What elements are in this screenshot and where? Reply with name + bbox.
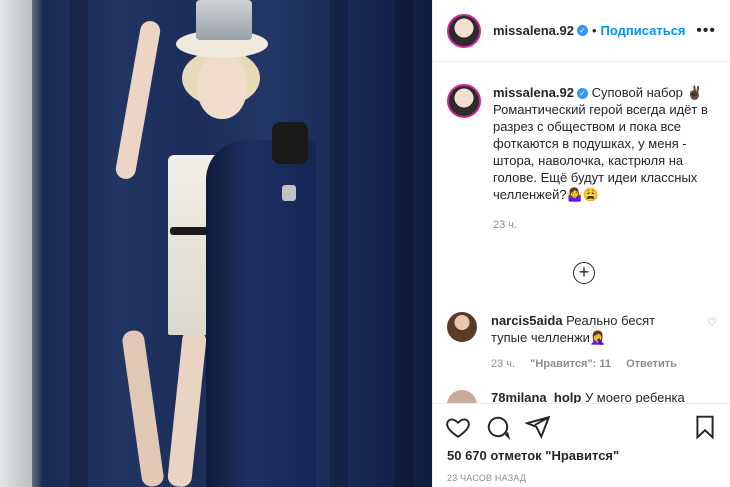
heart-icon[interactable] xyxy=(445,414,471,440)
like-count[interactable]: 50 670 отметок "Нравится" xyxy=(433,440,730,463)
comment-meta: 23 ч. "Нравится": 11 Ответить xyxy=(491,358,689,370)
curtain-fold xyxy=(395,0,413,487)
curtain-fold xyxy=(330,0,348,487)
pot-on-head xyxy=(196,0,252,40)
comment-body: narcis5aida Реально бесят тупые челленжи… xyxy=(491,312,691,346)
watch xyxy=(282,185,296,201)
comment-text: У моего ребенка xyxy=(584,390,685,404)
head xyxy=(197,55,247,119)
comment: 78milana_holp У моего ребенка xyxy=(447,390,717,404)
caption-body: missalena.92 ✓ Суповой набор ✌🏿 Романтиче… xyxy=(493,84,713,203)
leg xyxy=(121,329,165,487)
bookmark-icon[interactable] xyxy=(692,414,718,440)
comment: narcis5aida Реально бесят тупые челленжи… xyxy=(447,312,717,346)
plus-circle-icon[interactable]: + xyxy=(573,262,595,284)
action-icons xyxy=(433,404,730,440)
comment-avatar[interactable] xyxy=(447,390,477,404)
comment-username[interactable]: narcis5aida xyxy=(491,313,563,328)
verified-icon: ✓ xyxy=(576,25,588,36)
separator-dot: • xyxy=(591,23,597,38)
post-sidebar: missalena.92 ✓ • Подписаться ••• missale… xyxy=(432,0,730,487)
arm xyxy=(114,19,162,181)
verified-icon: ✓ xyxy=(576,88,588,99)
caption-avatar[interactable] xyxy=(447,84,481,118)
follow-button[interactable]: Подписаться xyxy=(601,23,686,38)
comment-avatar[interactable] xyxy=(447,312,477,342)
caption: missalena.92 ✓ Суповой набор ✌🏿 Романтиче… xyxy=(433,62,730,203)
more-icon[interactable]: ••• xyxy=(696,22,716,40)
header-username[interactable]: missalena.92 xyxy=(493,23,574,38)
comment-heart-icon[interactable]: ♡ xyxy=(707,316,717,346)
avatar[interactable] xyxy=(447,13,481,48)
leg xyxy=(166,329,208,487)
wall xyxy=(0,0,32,487)
post-header: missalena.92 ✓ • Подписаться ••• xyxy=(433,0,730,62)
drape xyxy=(206,140,316,487)
curtain-fold xyxy=(70,0,88,487)
action-bar: 50 670 отметок "Нравится" 23 ЧАСОВ НАЗАД xyxy=(433,403,730,487)
caption-text: Суповой набор ✌🏿 Романтический герой все… xyxy=(493,85,708,202)
post-date: 23 ЧАСОВ НАЗАД xyxy=(447,473,527,483)
share-icon[interactable] xyxy=(525,414,551,440)
glove xyxy=(272,122,308,164)
post-photo[interactable] xyxy=(0,0,432,487)
caption-time: 23 ч. xyxy=(493,219,518,231)
reply-button[interactable]: Ответить xyxy=(626,358,677,370)
comment-body: 78milana_holp У моего ребенка xyxy=(491,390,685,404)
comment-time: 23 ч. xyxy=(491,358,516,370)
comment-username[interactable]: 78milana_holp xyxy=(491,390,581,404)
caption-username[interactable]: missalena.92 xyxy=(493,85,574,100)
comment-likes[interactable]: "Нравится": 11 xyxy=(530,358,611,370)
comment-icon[interactable] xyxy=(485,414,511,440)
